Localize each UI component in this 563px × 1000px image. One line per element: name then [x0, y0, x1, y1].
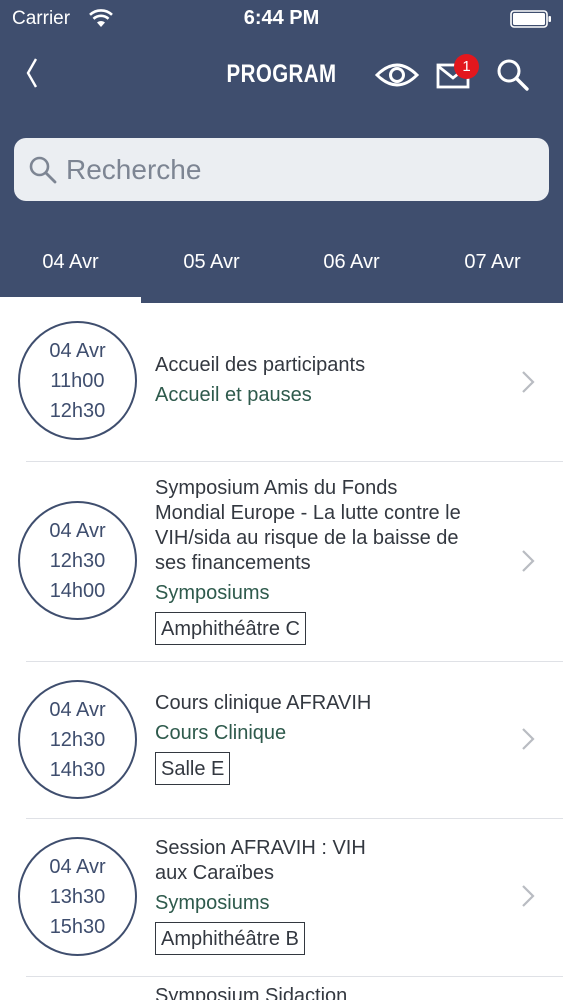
event-info: Cours clinique AFRAVIH Cours Clinique Sa… — [155, 691, 485, 785]
room-badge: Salle E — [155, 752, 231, 785]
tab-04-avr[interactable]: 04 Avr — [0, 222, 141, 303]
unread-badge: 1 — [454, 54, 479, 79]
room-badge: Amphithéâtre C — [155, 612, 306, 645]
event-title: Session AFRAVIH : VIH aux Caraïbes — [155, 837, 366, 884]
divider — [26, 976, 563, 977]
event-row[interactable]: 04 Avr 11h00 12h30 Accueil des participa… — [0, 303, 563, 462]
event-category: Accueil et pauses — [155, 384, 312, 406]
event-title: Symposium Amis du Fonds Mondial Europe -… — [155, 477, 461, 574]
event-category: Symposiums — [155, 582, 270, 604]
event-start-time: 12h30 — [49, 549, 106, 572]
search-field-icon — [29, 156, 57, 184]
search-input[interactable] — [66, 138, 536, 201]
tab-05-avr[interactable]: 05 Avr — [141, 222, 282, 303]
search-bar[interactable] — [14, 138, 549, 201]
back-chevron-icon[interactable] — [22, 56, 44, 90]
event-end-time: 12h30 — [49, 399, 106, 422]
event-start-time: 11h00 — [50, 369, 105, 392]
event-date: 04 Avr — [49, 339, 106, 362]
event-info: Symposium Amis du Fonds Mondial Europe -… — [155, 476, 465, 645]
search-icon[interactable] — [496, 58, 530, 92]
event-date: 04 Avr — [49, 855, 106, 878]
date-tabs: 04 Avr 05 Avr 06 Avr 07 Avr — [0, 222, 563, 303]
event-end-time: 15h30 — [49, 915, 106, 938]
event-category: Cours Clinique — [155, 722, 287, 744]
eye-icon[interactable] — [375, 60, 419, 90]
chevron-right-icon — [522, 550, 535, 572]
mail-button[interactable]: 1 — [436, 54, 482, 96]
clock: 6:44 PM — [243, 7, 320, 29]
time-circle: 04 Avr 11h00 12h30 — [18, 321, 137, 440]
room-badge: Amphithéâtre B — [155, 922, 305, 955]
status-bar: Carrier 6:44 PM — [0, 0, 563, 38]
chevron-right-icon — [522, 728, 535, 750]
event-date: 04 Avr — [49, 519, 106, 542]
chevron-right-icon — [522, 371, 535, 393]
event-title: Accueil des participants — [155, 354, 366, 376]
tab-07-avr[interactable]: 07 Avr — [422, 222, 563, 303]
time-circle: 04 Avr 12h30 14h30 — [18, 680, 137, 799]
next-event-title-peek: Symposium Sidaction — [155, 985, 348, 1000]
time-circle: 04 Avr 13h30 15h30 — [18, 837, 137, 956]
event-list: 04 Avr 11h00 12h30 Accueil des participa… — [0, 303, 563, 977]
event-start-time: 13h30 — [49, 885, 106, 908]
battery-icon — [510, 10, 551, 28]
nav-bar: PROGRAM 1 — [0, 46, 563, 106]
event-info: Accueil des participants Accueil et paus… — [155, 353, 485, 410]
header: Carrier 6:44 PM PROGRAM 1 Recherche 04 A… — [0, 0, 563, 303]
time-circle: 04 Avr 12h30 14h00 — [18, 501, 137, 620]
event-end-time: 14h30 — [49, 758, 106, 781]
event-row[interactable]: 04 Avr 13h30 15h30 Session AFRAVIH : VIH… — [0, 818, 563, 977]
event-title: Cours clinique AFRAVIH — [155, 692, 372, 714]
tab-06-avr[interactable]: 06 Avr — [281, 222, 422, 303]
event-category: Symposiums — [155, 892, 270, 914]
event-start-time: 12h30 — [49, 728, 106, 751]
chevron-right-icon — [522, 885, 535, 907]
event-end-time: 14h00 — [49, 579, 106, 602]
event-date: 04 Avr — [49, 698, 106, 721]
event-row[interactable]: 04 Avr 12h30 14h30 Cours clinique AFRAVI… — [0, 661, 563, 819]
event-info: Session AFRAVIH : VIH aux Caraïbes Sympo… — [155, 836, 395, 955]
event-row[interactable]: 04 Avr 12h30 14h00 Symposium Amis du Fon… — [0, 461, 563, 662]
